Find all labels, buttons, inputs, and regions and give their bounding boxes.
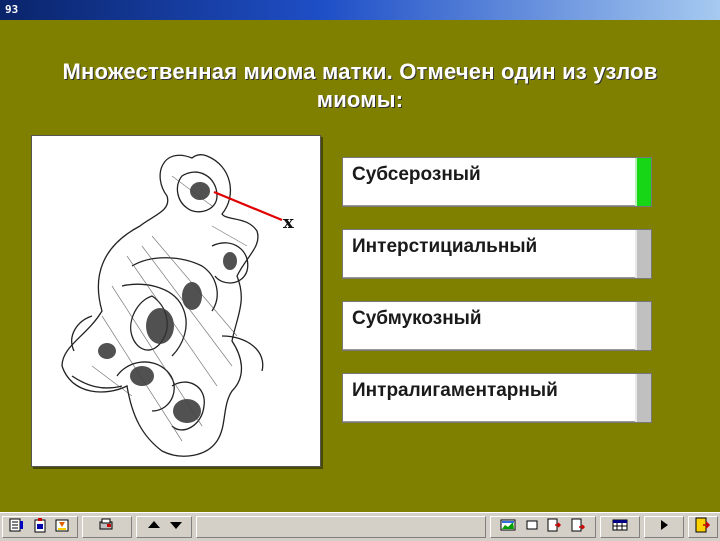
exit-icon[interactable]	[694, 517, 710, 533]
play-icon[interactable]	[656, 517, 672, 533]
answer-option-label: Субсерозный	[352, 164, 481, 185]
export-icon[interactable]	[546, 517, 562, 533]
selected-indicator	[635, 158, 651, 206]
download-icon[interactable]	[54, 517, 70, 533]
marker-label: x	[283, 212, 294, 233]
answer-option-3[interactable]: Субмукозный	[342, 301, 652, 351]
window-icon[interactable]	[524, 517, 540, 533]
answer-option-2[interactable]: Интерстициальный	[342, 229, 652, 279]
window-title: 93	[5, 3, 19, 16]
export-alt-icon[interactable]	[570, 517, 586, 533]
uterus-illustration: x	[31, 135, 321, 467]
answer-option-label: Субмукозный	[352, 308, 482, 329]
title-bar: 93	[0, 0, 720, 20]
clipboard-icon[interactable]	[32, 517, 48, 533]
toolbar-spacer	[196, 516, 486, 538]
table-icon[interactable]	[612, 517, 628, 533]
chart-icon[interactable]	[500, 517, 516, 533]
unselected-indicator	[635, 374, 651, 422]
up-arrow-icon[interactable]	[146, 517, 162, 533]
down-arrow-icon[interactable]	[168, 517, 184, 533]
slide-title: Множественная миома матки. Отмечен один …	[62, 59, 658, 112]
answer-option-label: Интралигаментарный	[352, 380, 558, 401]
uterus-drawing: x	[61, 154, 294, 457]
bottom-toolbar	[0, 512, 720, 541]
answer-option-label: Интерстициальный	[352, 236, 538, 257]
print-icon[interactable]	[98, 517, 114, 533]
notes-icon[interactable]	[8, 517, 24, 533]
unselected-indicator	[635, 302, 651, 350]
unselected-indicator	[635, 230, 651, 278]
answer-option-1[interactable]: Субсерозный	[342, 157, 652, 207]
answer-option-4[interactable]: Интралигаментарный	[342, 373, 652, 423]
